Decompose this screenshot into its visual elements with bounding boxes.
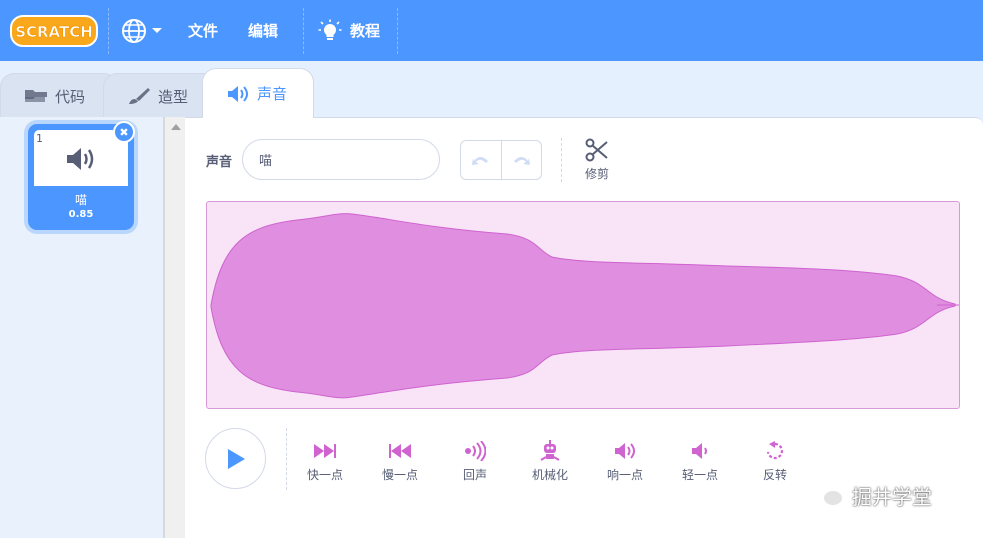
menu-divider: [397, 8, 398, 54]
menu-bar: SCRATCH 文件 编辑 教程: [0, 0, 983, 61]
chevron-down-icon: [152, 27, 162, 33]
redo-button[interactable]: [502, 141, 542, 179]
tutorials-label: 教程: [350, 22, 381, 40]
louder-icon: [615, 443, 635, 459]
watermark: 掘井学堂: [810, 480, 932, 510]
language-menu[interactable]: [120, 0, 163, 61]
tab-costumes-label: 造型: [158, 87, 189, 106]
slower-icon: [389, 444, 411, 458]
scroll-up-arrow-icon[interactable]: [171, 124, 181, 130]
play-sound-button[interactable]: [205, 428, 266, 489]
play-icon: [227, 448, 245, 469]
tab-sounds-label: 声音: [257, 85, 288, 103]
file-menu[interactable]: 文件: [188, 0, 218, 61]
tab-code[interactable]: 代码: [0, 73, 118, 118]
code-blocks-icon: [25, 90, 47, 102]
effect-softer-button[interactable]: 轻一点: [670, 440, 730, 483]
scratch-logo[interactable]: SCRATCH: [10, 14, 98, 48]
effect-softer-label: 轻一点: [681, 468, 718, 482]
tab-sounds[interactable]: 声音: [202, 68, 314, 118]
effect-slower-button[interactable]: 慢一点: [370, 440, 430, 483]
sound-editor: 声音 修剪 快一点 慢一点 回声: [185, 117, 983, 538]
delete-sound-button[interactable]: ✖: [113, 121, 135, 143]
lightbulb-icon: [318, 19, 342, 40]
effect-echo-button[interactable]: 回声: [445, 440, 505, 483]
effect-louder-label: 响一点: [606, 468, 643, 482]
redo-icon: [514, 157, 531, 165]
effect-reverse-button[interactable]: 反转: [745, 440, 805, 483]
watermark-text: 掘井学堂: [852, 484, 932, 509]
effect-slower-label: 慢一点: [381, 468, 418, 482]
undo-redo-group: [460, 140, 542, 180]
sound-name-label: 声音: [206, 155, 233, 170]
close-icon: ✖: [119, 125, 129, 139]
paintbrush-icon: [129, 88, 150, 104]
wechat-icon: [811, 483, 844, 507]
faster-icon: [314, 444, 336, 458]
undo-button[interactable]: [461, 141, 502, 179]
sound-name-input[interactable]: [242, 139, 440, 180]
toolbar-divider: [561, 138, 562, 182]
echo-icon: [465, 441, 486, 461]
effect-faster-label: 快一点: [306, 468, 343, 482]
effects-divider: [286, 428, 287, 490]
sound-tile-number: 1: [36, 132, 43, 145]
tutorials-menu[interactable]: 教程: [318, 0, 380, 61]
softer-icon: [692, 443, 707, 459]
waveform-display[interactable]: [206, 201, 960, 409]
effect-robot-button[interactable]: 机械化: [520, 440, 580, 483]
waveform: [210, 213, 959, 399]
reverse-icon: [766, 441, 784, 460]
effect-robot-label: 机械化: [531, 468, 568, 482]
menu-divider: [303, 8, 304, 54]
sound-tile-name: 喵: [74, 193, 87, 207]
sound-tile-thumbnail: 1: [34, 130, 128, 186]
undo-icon: [471, 157, 488, 165]
scissors-icon: [585, 138, 608, 162]
trim-label: 修剪: [584, 167, 609, 181]
sound-list-scrollbar[interactable]: [164, 117, 185, 538]
effect-reverse-label: 反转: [762, 468, 787, 482]
tab-code-label: 代码: [55, 87, 86, 106]
speaker-icon: [67, 148, 94, 170]
speaker-icon: [228, 85, 248, 102]
trim-button[interactable]: 修剪: [579, 138, 615, 186]
logo-text: SCRATCH: [15, 23, 93, 41]
effect-faster-button[interactable]: 快一点: [295, 440, 355, 483]
effect-echo-label: 回声: [462, 468, 487, 482]
globe-icon: [122, 18, 146, 43]
robot-icon: [540, 440, 560, 461]
effect-louder-button[interactable]: 响一点: [595, 440, 655, 483]
sound-tile[interactable]: 1 ✖ 喵 0.85: [28, 121, 135, 230]
sound-tile-duration: 0.85: [68, 209, 94, 220]
menu-divider: [108, 8, 109, 54]
edit-menu[interactable]: 编辑: [248, 0, 278, 61]
